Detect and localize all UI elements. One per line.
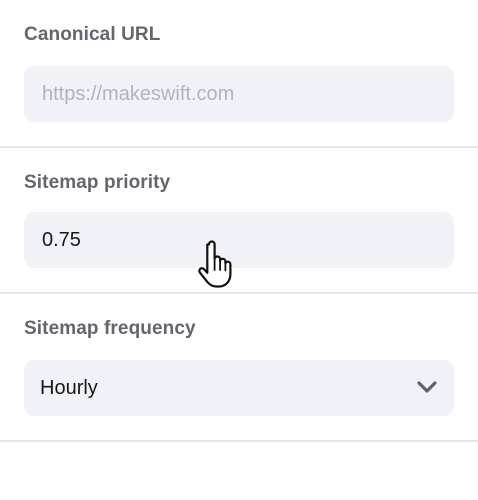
section-divider [0, 292, 478, 294]
sitemap-frequency-select[interactable]: Hourly [24, 360, 454, 416]
sitemap-frequency-value: Hourly [40, 376, 98, 399]
canonical-url-label: Canonical URL [24, 24, 161, 45]
hand-pointer-cursor-icon [198, 240, 232, 288]
sitemap-priority-label: Sitemap priority [24, 172, 171, 193]
section-divider [0, 440, 478, 442]
chevron-down-icon[interactable] [416, 379, 438, 395]
section-divider [0, 146, 478, 148]
canonical-url-input[interactable] [24, 66, 454, 122]
sitemap-frequency-label: Sitemap frequency [24, 318, 196, 339]
seo-settings-panel: Canonical URL Sitemap priority Sitemap f… [0, 0, 478, 500]
canonical-url-field[interactable] [24, 66, 454, 122]
